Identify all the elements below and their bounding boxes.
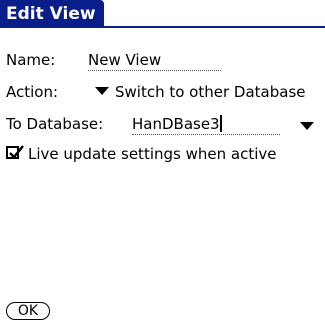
action-label: Action: — [6, 83, 59, 101]
name-field[interactable]: New View — [88, 48, 221, 71]
to-database-row: To Database: HanDBase3 — [6, 112, 321, 136]
action-trigger[interactable]: Switch to other Database — [95, 80, 306, 104]
name-label: Name: — [6, 51, 56, 69]
to-database-dropdown-triangle-icon[interactable] — [300, 122, 314, 130]
edit-view-screen: Edit View Name: New View Action: Switch … — [0, 0, 325, 326]
name-row: Name: New View — [6, 48, 321, 72]
live-update-checkbox[interactable] — [6, 145, 24, 159]
text-cursor — [219, 115, 222, 132]
page-title: Edit View — [0, 0, 104, 28]
live-update-label: Live update settings when active — [28, 145, 277, 163]
action-row: Action: Switch to other Database — [6, 80, 321, 104]
checkmark-icon — [9, 145, 24, 159]
live-update-row[interactable]: Live update settings when active — [6, 142, 321, 166]
ok-button[interactable]: OK — [6, 302, 50, 320]
to-database-label: To Database: — [6, 115, 104, 133]
to-database-value: HanDBase3 — [132, 115, 220, 133]
to-database-field[interactable]: HanDBase3 — [132, 112, 280, 135]
action-value: Switch to other Database — [115, 83, 306, 101]
title-underline — [0, 26, 325, 28]
dropdown-triangle-icon — [95, 86, 109, 95]
title-bar: Edit View — [0, 0, 325, 30]
